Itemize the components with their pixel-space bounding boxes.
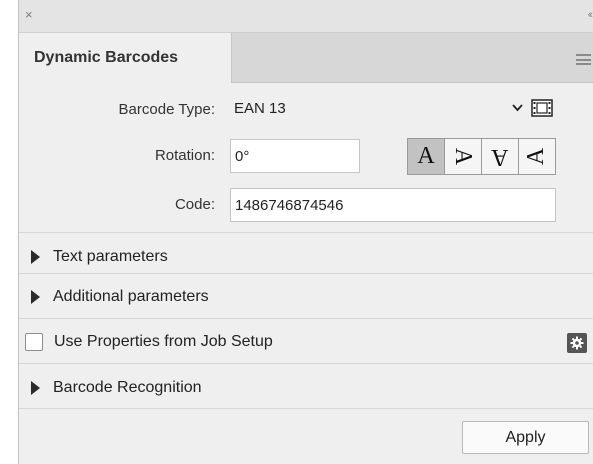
additional-parameters-section[interactable]: Additional parameters <box>19 281 579 313</box>
gear-icon <box>570 336 584 350</box>
barcode-type-select[interactable]: EAN 13 <box>230 93 526 125</box>
rotation-input[interactable] <box>230 139 360 173</box>
rotation-180-button[interactable]: A <box>482 139 519 174</box>
text-parameters-section[interactable]: Text parameters <box>19 241 579 273</box>
rotation-270-glyph: A <box>523 147 550 166</box>
rotation-90-glyph: A <box>450 147 477 166</box>
close-icon[interactable]: × <box>25 8 37 21</box>
settings-button[interactable] <box>567 333 587 353</box>
barcode-type-label: Barcode Type: <box>118 101 215 118</box>
code-label: Code: <box>174 196 215 213</box>
barcode-type-value: EAN 13 <box>234 100 286 117</box>
divider <box>19 363 593 364</box>
rotation-0-button[interactable]: A <box>408 139 445 174</box>
divider <box>19 232 593 233</box>
additional-parameters-label: Additional parameters <box>53 288 209 305</box>
job-setup-checkbox[interactable] <box>25 333 43 351</box>
panel-tab-bar: Dynamic Barcodes <box>19 33 593 83</box>
barcode-recognition-section[interactable]: Barcode Recognition <box>19 372 579 404</box>
rotation-button-group: A A A A <box>407 138 556 175</box>
divider <box>19 318 593 319</box>
triangle-right-icon <box>31 381 40 395</box>
tab-dynamic-barcodes[interactable]: Dynamic Barcodes <box>19 33 232 83</box>
rotation-270-button[interactable]: A <box>519 139 555 174</box>
panel-titlebar: × ‹‹ <box>19 0 593 33</box>
panel-menu-icon[interactable] <box>576 54 591 65</box>
divider <box>19 408 593 409</box>
rotation-90-button[interactable]: A <box>445 139 482 174</box>
text-parameters-label: Text parameters <box>53 248 168 265</box>
apply-button[interactable]: Apply <box>462 421 589 454</box>
triangle-right-icon <box>31 250 40 264</box>
divider <box>19 273 593 274</box>
barcode-recognition-label: Barcode Recognition <box>53 379 202 396</box>
rotation-180-glyph: A <box>491 144 509 170</box>
dynamic-barcodes-panel: × ‹‹ Dynamic Barcodes Barcode Type: EAN … <box>18 0 593 464</box>
rotation-label: Rotation: <box>154 147 215 164</box>
triangle-right-icon <box>31 290 40 304</box>
chevron-down-icon <box>512 104 523 112</box>
code-input[interactable] <box>230 188 556 222</box>
rotation-0-glyph: A <box>417 143 435 169</box>
film-strip-icon[interactable] <box>531 99 553 117</box>
tab-label: Dynamic Barcodes <box>34 49 179 66</box>
collapse-icon[interactable]: ‹‹ <box>588 9 593 21</box>
job-setup-label: Use Properties from Job Setup <box>54 333 273 350</box>
